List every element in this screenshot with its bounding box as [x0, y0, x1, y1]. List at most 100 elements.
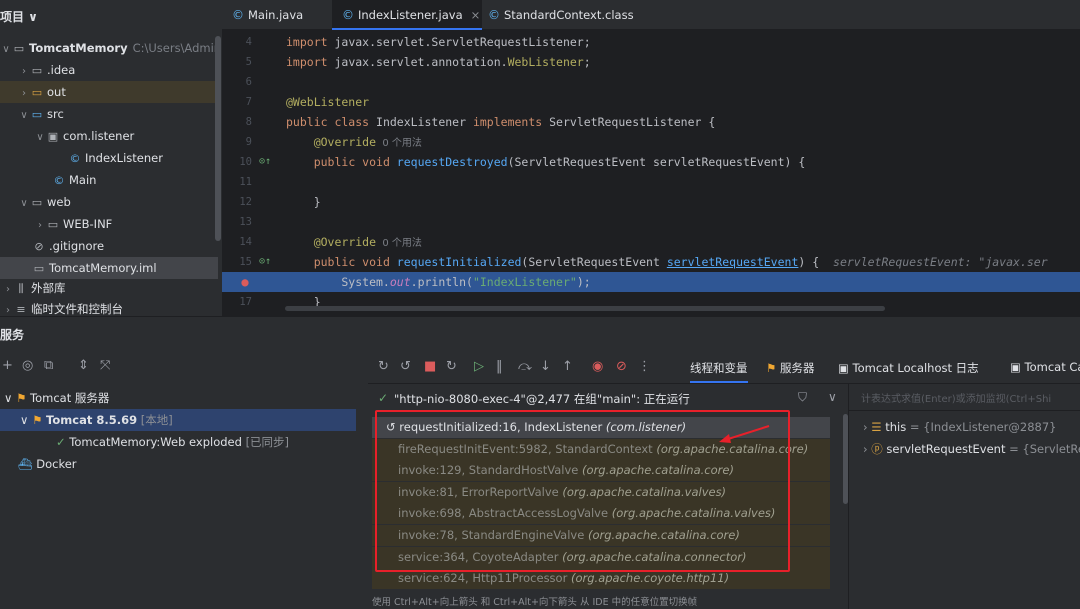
- code-token: @Override: [313, 135, 377, 149]
- code-line[interactable]: 15 ⊙↑ public void requestInitialized(Serv…: [222, 252, 1080, 272]
- line-number[interactable]: 14: [222, 232, 252, 252]
- tree-item-gitignore[interactable]: ⊘ .gitignore: [0, 235, 218, 257]
- tree-item-idea[interactable]: › ▭ .idea: [0, 59, 218, 81]
- chevron-down-icon[interactable]: ∨: [20, 413, 32, 427]
- expand-icon[interactable]: ⇕: [78, 358, 89, 373]
- chevron-down-icon[interactable]: ∨: [0, 39, 12, 59]
- tree-scrollbar[interactable]: [215, 36, 221, 241]
- line-number[interactable]: 10: [222, 152, 252, 172]
- service-label: Docker: [36, 457, 77, 471]
- code-line-execution-point[interactable]: ● System.out.println("IndexListener");: [222, 272, 1080, 292]
- line-number[interactable]: 7: [222, 92, 252, 112]
- chevron-down-icon[interactable]: ∨: [828, 390, 837, 404]
- variable-this[interactable]: › ☰ this = {IndexListener@2887}: [863, 416, 1057, 438]
- code-line[interactable]: 5 import javax.servlet.annotation.WebList…: [222, 52, 1080, 72]
- tab-indexlistener-java[interactable]: © IndexListener.java ×: [332, 0, 482, 30]
- tree-item-external-libs[interactable]: › ⫼ 外部库: [0, 277, 218, 299]
- evaluate-expression-input[interactable]: 计表达式求值(Enter)或添加监视(Ctrl+Shi: [861, 390, 1051, 405]
- folder-icon: ▭: [31, 64, 43, 77]
- code-line[interactable]: 14 @Override 0 个用法: [222, 232, 1080, 252]
- code-line[interactable]: 9 @Override 0 个用法: [222, 132, 1080, 152]
- line-number[interactable]: 4: [222, 32, 252, 52]
- collapse-icon[interactable]: ⤧: [100, 358, 110, 373]
- pause-icon[interactable]: ‖: [496, 359, 503, 374]
- code-token: servletRequestEvent: [666, 255, 799, 269]
- line-number[interactable]: 8: [222, 112, 252, 132]
- chevron-right-icon[interactable]: ›: [18, 61, 30, 81]
- tab-catalina-log[interactable]: ▣ Tomcat Ca: [1010, 360, 1080, 374]
- code-line[interactable]: 7 @WebListener: [222, 92, 1080, 112]
- reload-icon[interactable]: ↻: [446, 359, 457, 374]
- variable-name: servletRequestEvent: [886, 442, 1006, 456]
- editor-horizontal-scrollbar[interactable]: [285, 306, 885, 311]
- step-over-icon[interactable]: ⤼: [518, 359, 532, 374]
- filter-icon[interactable]: ⛉: [798, 390, 807, 405]
- tree-root-tomcatmemory[interactable]: ∨▭ TomcatMemory C:\Users\Administ: [0, 37, 218, 59]
- chevron-down-icon[interactable]: ∨: [34, 127, 46, 147]
- code-line[interactable]: 11: [222, 172, 1080, 192]
- close-icon[interactable]: ×: [471, 8, 481, 22]
- line-number[interactable]: 15: [222, 252, 252, 272]
- view-breakpoints-icon[interactable]: ◉: [592, 359, 603, 374]
- implements-gutter-icon[interactable]: ⊙↑: [258, 152, 272, 172]
- step-into-icon[interactable]: ↓: [540, 359, 551, 374]
- line-number[interactable]: 12: [222, 192, 252, 212]
- line-number[interactable]: 17: [222, 292, 252, 312]
- tab-main-java[interactable]: © Main.java: [232, 0, 332, 30]
- variables-panel: 计表达式求值(Enter)或添加监视(Ctrl+Shi › ☰ this = {…: [848, 384, 1080, 609]
- line-number[interactable]: 6: [222, 72, 252, 92]
- new-group-icon[interactable]: ⧉: [44, 358, 53, 373]
- stop-icon[interactable]: ■: [424, 359, 436, 374]
- implements-gutter-icon[interactable]: ⊙↑: [258, 252, 272, 272]
- service-tomcat-instance[interactable]: ∨ ⚑ Tomcat 8.5.69 [本地]: [0, 409, 356, 431]
- tree-item-web[interactable]: ∨ ▭ web: [0, 191, 218, 213]
- tree-item-web-inf[interactable]: › ▭ WEB-INF: [0, 213, 218, 235]
- tree-item-iml[interactable]: ▭ TomcatMemory.iml: [0, 257, 218, 279]
- add-icon[interactable]: +: [2, 358, 13, 373]
- project-view-title[interactable]: 项目 ∨: [0, 8, 38, 25]
- chevron-right-icon[interactable]: ›: [34, 215, 46, 235]
- chevron-down-icon[interactable]: ∨: [18, 193, 30, 213]
- tree-item-out[interactable]: › ▭ out: [0, 81, 218, 103]
- code-line[interactable]: 13: [222, 212, 1080, 232]
- code-token: WebListener: [507, 55, 584, 69]
- code-token: "IndexListener": [472, 275, 577, 289]
- line-number[interactable]: 13: [222, 212, 252, 232]
- chevron-right-icon[interactable]: ›: [2, 279, 14, 299]
- tab-server[interactable]: ⚑ 服务器: [766, 360, 814, 376]
- tree-item-label: Main: [69, 173, 97, 187]
- chevron-down-icon[interactable]: ∨: [4, 391, 16, 405]
- chevron-down-icon[interactable]: ∨: [18, 105, 30, 125]
- line-number[interactable]: 9: [222, 132, 252, 152]
- tree-item-src[interactable]: ∨ ▭ src: [0, 103, 218, 125]
- service-tomcat-servers[interactable]: ∨ ⚑ Tomcat 服务器: [0, 387, 356, 409]
- code-line[interactable]: 10 ⊙↑ public void requestDestroyed(Servle…: [222, 152, 1080, 172]
- chevron-right-icon[interactable]: ›: [18, 83, 30, 103]
- code-line[interactable]: 4 import javax.servlet.ServletRequestList…: [222, 32, 1080, 52]
- tab-threads-variables[interactable]: 线程和变量: [690, 360, 748, 383]
- mute-breakpoints-icon[interactable]: ⊘: [616, 359, 627, 374]
- breakpoint-icon[interactable]: ●: [238, 272, 252, 292]
- rerun-icon[interactable]: ↻: [378, 359, 389, 374]
- tree-item-main[interactable]: © Main: [0, 169, 218, 191]
- code-line[interactable]: 6: [222, 72, 1080, 92]
- service-artifact[interactable]: ✓ TomcatMemory:Web exploded [已同步]: [0, 431, 356, 453]
- more-icon[interactable]: ⋮: [638, 359, 651, 374]
- tree-item-indexlistener[interactable]: © IndexListener: [0, 147, 218, 169]
- code-line[interactable]: 8 public class IndexListener implements S…: [222, 112, 1080, 132]
- code-editor[interactable]: 4 import javax.servlet.ServletRequestList…: [222, 30, 1080, 316]
- tree-item-com-listener[interactable]: ∨ ▣ com.listener: [0, 125, 218, 147]
- step-out-icon[interactable]: ↑: [562, 359, 573, 374]
- tab-localhost-log[interactable]: ▣ Tomcat Localhost 日志: [838, 360, 979, 376]
- variable-servletrequestevent[interactable]: › ⓟ servletRequestEvent = {ServletRequ: [863, 438, 1080, 460]
- service-docker[interactable]: ⛴ Docker: [0, 453, 356, 475]
- line-number[interactable]: 5: [222, 52, 252, 72]
- tab-standardcontext-class[interactable]: © StandardContext.class: [488, 0, 638, 30]
- line-number[interactable]: 11: [222, 172, 252, 192]
- restart-icon[interactable]: ↺: [400, 359, 411, 374]
- code-line[interactable]: 12 }: [222, 192, 1080, 212]
- thread-selector[interactable]: ✓ "http-nio-8080-exec-4"@2,477 在组"main":…: [368, 384, 848, 412]
- resume-icon[interactable]: ▷: [474, 359, 484, 374]
- eye-icon[interactable]: ◎: [22, 358, 33, 373]
